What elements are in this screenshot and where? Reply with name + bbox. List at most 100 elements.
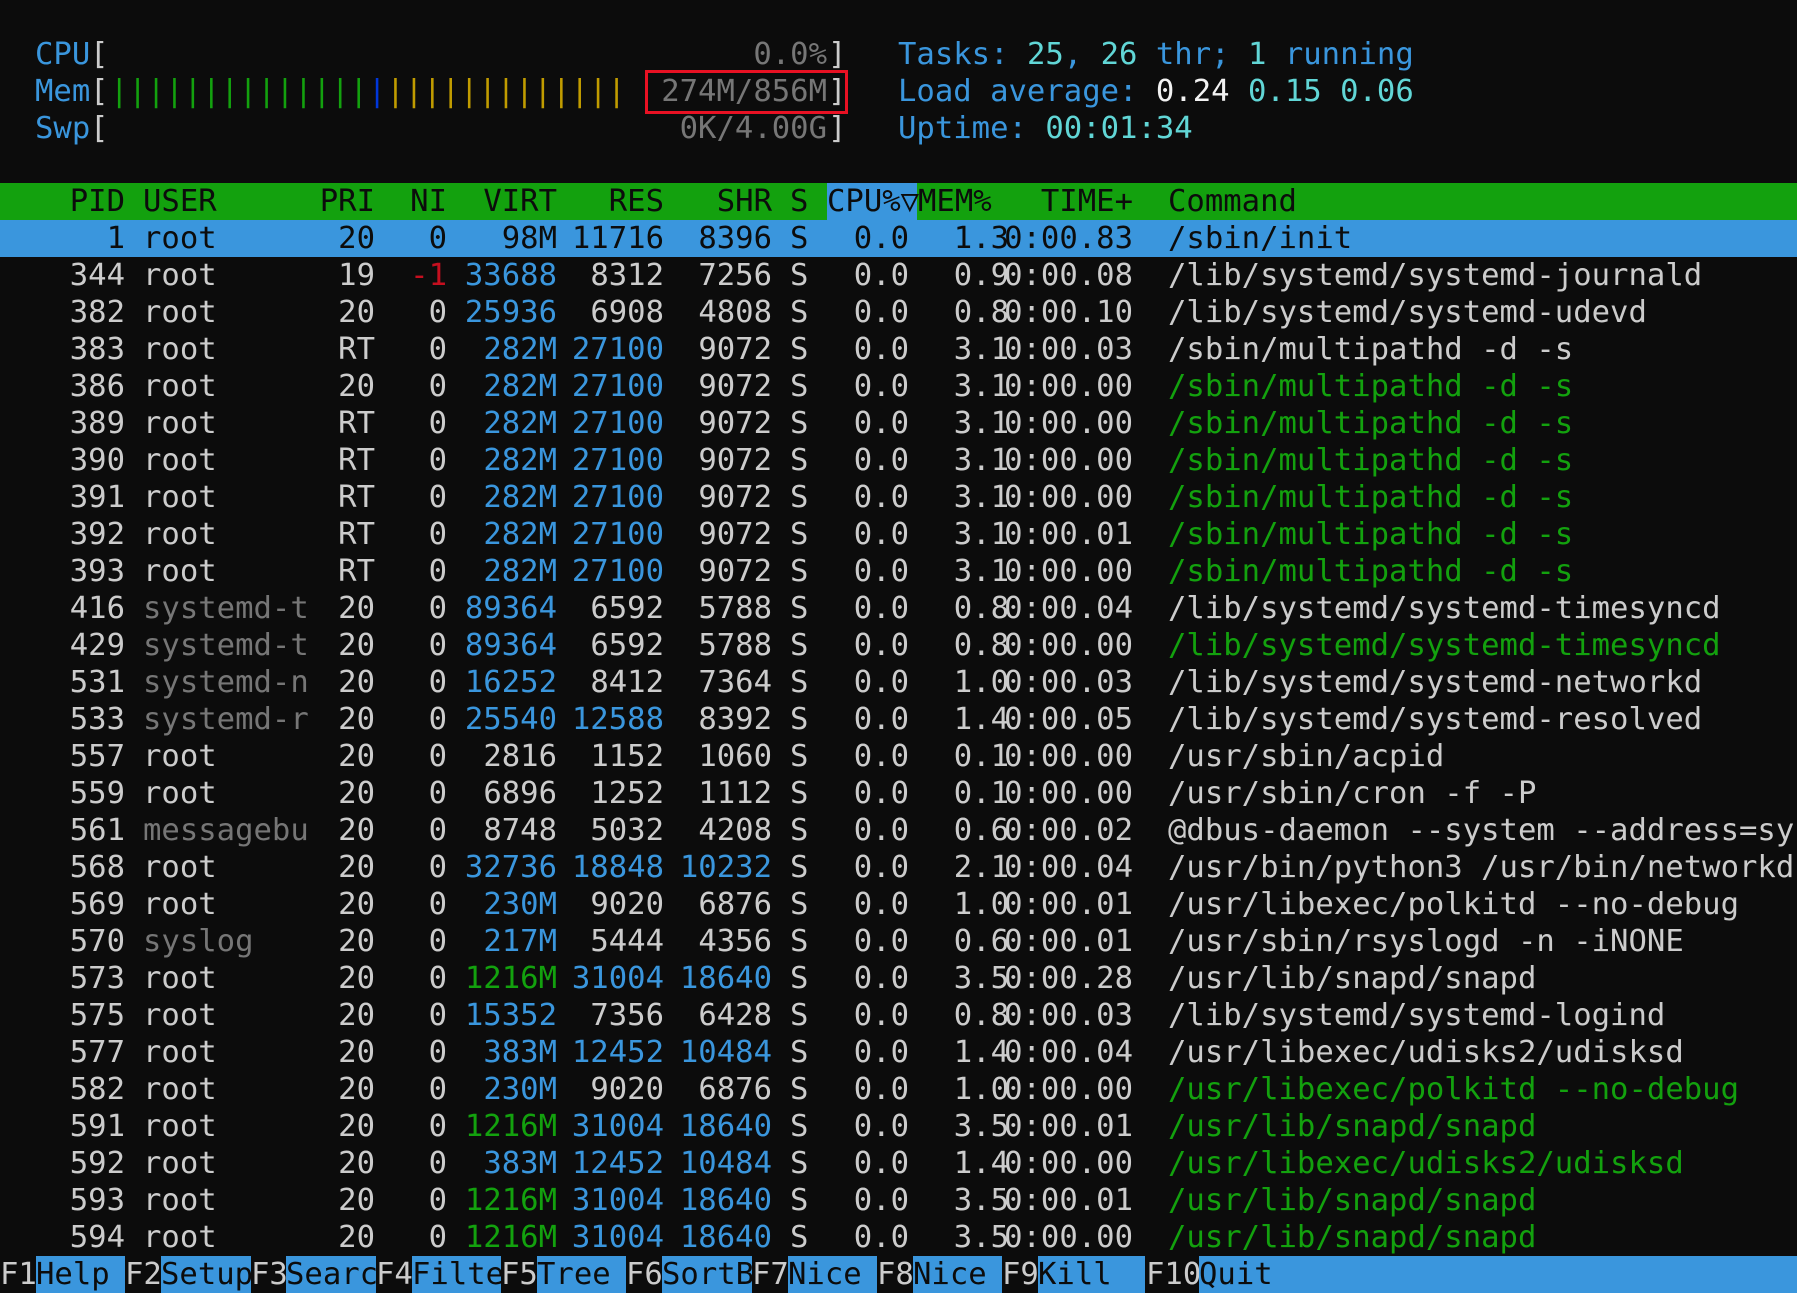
mem-value-highlight-box — [645, 70, 848, 114]
process-row[interactable]: 568 root 20 0 32736 18848 10232 S 0.0 2.1 0:00.04 /… — [0, 849, 1797, 886]
process-row[interactable]: 389 root RT 0 282M 27100 9072 S 0.0 3.1 0:00.00/sb… — [0, 405, 1797, 442]
process-time: 0:00.05 — [1004, 702, 1133, 737]
column-cpu-header[interactable]: CPU%▽ — [827, 183, 919, 220]
column-command-header[interactable]: Command — [1168, 183, 1297, 220]
process-virt: 1216M — [464, 1183, 557, 1218]
process-nice: 0 — [428, 332, 447, 367]
process-cpu-percent: 0.0 — [853, 850, 909, 885]
process-row[interactable]: 533 systemd-r 20 0 25540 12588 8392 S 0.0 1.4 0:00… — [0, 701, 1797, 738]
process-nice: 0 — [428, 739, 447, 774]
process-shr: 4356 — [698, 924, 772, 959]
fkey-f4[interactable]: F4 — [376, 1256, 413, 1293]
fkey-f6[interactable]: F6 — [626, 1256, 663, 1293]
process-row[interactable]: 570 syslog 20 0 217M 5444 4356 S 0.0 0.6 0:00.01/u… — [0, 923, 1797, 960]
fkey-f9-label[interactable]: Kill — [1038, 1256, 1145, 1293]
process-row[interactable]: 1 root 20 0 98M 11716 8396 S 0.0 1.3 0:00.83/sbin/… — [0, 220, 1797, 257]
process-priority: RT — [338, 480, 375, 515]
process-virt: 230M — [483, 887, 557, 922]
process-nice: 0 — [428, 628, 447, 663]
process-mem-percent: 0.8 — [953, 591, 1009, 626]
swap-meter-close-bracket: ] — [828, 111, 847, 146]
process-command: /usr/libexec/polkitd --no-debug — [1168, 887, 1739, 922]
process-state: S — [790, 369, 809, 404]
process-row[interactable]: 383 root RT 0 282M 27100 9072 S 0.0 3.1 0:00.03/sb… — [0, 331, 1797, 368]
column-pid-header[interactable]: PID — [70, 183, 125, 220]
process-shr: 4208 — [698, 813, 772, 848]
column-time-header[interactable]: TIME+ — [1041, 183, 1133, 220]
process-row[interactable]: 577 root 20 0 383M 12452 10484 S 0.0 1.4 0:00.04/u… — [0, 1034, 1797, 1071]
fkey-f8[interactable]: F8 — [877, 1256, 914, 1293]
process-row[interactable]: 393 root RT 0 282M 27100 9072 S 0.0 3.1 0:00.00/sb… — [0, 553, 1797, 590]
process-row[interactable]: 391 root RT 0 282M 27100 9072 S 0.0 3.1 0:00.00/sb… — [0, 479, 1797, 516]
fkey-f9[interactable]: F9 — [1002, 1256, 1039, 1293]
column-pri-header[interactable]: PRI — [320, 183, 375, 220]
process-res: 18848 — [571, 850, 664, 885]
process-row[interactable]: 390 root RT 0 282M 27100 9072 S 0.0 3.1 0:00.00/sb… — [0, 442, 1797, 479]
fkey-f10-label[interactable]: Quit — [1199, 1256, 1797, 1293]
process-pid: 577 — [69, 1035, 125, 1070]
process-user: root — [143, 739, 217, 774]
process-virt: 282M — [483, 332, 557, 367]
column-res-header[interactable]: RES — [609, 183, 664, 220]
fkey-f10[interactable]: F10 — [1146, 1256, 1202, 1293]
column-virt-header[interactable]: VIRT — [483, 183, 557, 220]
process-row[interactable]: 382 root 20 0 25936 6908 4808 S 0.0 0.8 0:00.10/li… — [0, 294, 1797, 331]
process-priority: 20 — [338, 1035, 375, 1070]
process-virt: 282M — [483, 369, 557, 404]
process-row[interactable]: 582 root 20 0 230M 9020 6876 S 0.0 1.0 0:00.00/usr… — [0, 1071, 1797, 1108]
process-res: 1252 — [590, 776, 664, 811]
process-state: S — [790, 1220, 809, 1255]
column-ni-header[interactable]: NI — [410, 183, 447, 220]
process-row[interactable]: 593 root 20 0 1216M 31004 18640 S 0.0 3.5 0:00.01 /… — [0, 1182, 1797, 1219]
process-row[interactable]: 386 root 20 0 282M 27100 9072 S 0.0 3.1 0:00.00/sb… — [0, 368, 1797, 405]
column-mem-header[interactable]: MEM% — [918, 183, 992, 220]
process-state: S — [790, 961, 809, 996]
process-row[interactable]: 557 root 20 0 2816 1152 1060 S 0.0 0.1 0:00.00/usr… — [0, 738, 1797, 775]
column-user-header[interactable]: USER — [143, 183, 217, 220]
process-row[interactable]: 392 root RT 0 282M 27100 9072 S 0.0 3.1 0:00.01/sb… — [0, 516, 1797, 553]
column-state-header[interactable]: S — [790, 183, 808, 220]
process-row[interactable]: 561 messagebu 20 0 8748 5032 4208 S 0.0 0.6 0:00.0… — [0, 812, 1797, 849]
process-mem-percent: 1.4 — [953, 1035, 1009, 1070]
process-virt: 282M — [483, 406, 557, 441]
process-priority: 20 — [338, 591, 375, 626]
column-shr-header[interactable]: SHR — [717, 183, 772, 220]
process-row[interactable]: 575 root 20 0 15352 7356 6428 S 0.0 0.8 0:00.03/li… — [0, 997, 1797, 1034]
process-res: 8312 — [590, 258, 664, 293]
process-row[interactable]: 591 root 20 0 1216M 31004 18640 S 0.0 3.5 0:00.01 /… — [0, 1108, 1797, 1145]
process-row[interactable]: 559 root 20 0 6896 1252 1112 S 0.0 0.1 0:00.00/usr… — [0, 775, 1797, 812]
process-shr: 9072 — [698, 517, 772, 552]
process-user: systemd-r — [143, 702, 309, 737]
process-pid: 389 — [69, 406, 125, 441]
cpu-meter-label: CPU — [35, 37, 91, 72]
process-priority: RT — [338, 406, 375, 441]
process-time: 0:00.03 — [1004, 332, 1133, 367]
process-user: root — [143, 480, 217, 515]
fkey-f5[interactable]: F5 — [501, 1256, 538, 1293]
fkey-f3[interactable]: F3 — [251, 1256, 288, 1293]
process-pid: 392 — [69, 517, 125, 552]
process-row[interactable]: 573 root 20 0 1216M 31004 18640 S 0.0 3.5 0:00.28 /… — [0, 960, 1797, 997]
fkey-f2[interactable]: F2 — [125, 1256, 162, 1293]
process-row[interactable]: 429 systemd-t 20 0 89364 6592 5788 S 0.0 0.8 0:00.… — [0, 627, 1797, 664]
process-user: root — [143, 258, 217, 293]
process-priority: 20 — [338, 628, 375, 663]
process-row[interactable]: 569 root 20 0 230M 9020 6876 S 0.0 1.0 0:00.01/usr… — [0, 886, 1797, 923]
fkey-f7[interactable]: F7 — [752, 1256, 789, 1293]
fkey-f1[interactable]: F1 — [0, 1256, 37, 1293]
process-shr: 1060 — [698, 739, 772, 774]
process-row[interactable]: 344 root 19 -1 33688 8312 7256 S 0.0 0.9 0:00.08/l… — [0, 257, 1797, 294]
process-row[interactable]: 416 systemd-t 20 0 89364 6592 5788 S 0.0 0.8 0:00.… — [0, 590, 1797, 627]
process-time: 0:00.02 — [1004, 813, 1133, 848]
process-pid: 416 — [69, 591, 125, 626]
process-command: /lib/systemd/systemd-networkd — [1168, 665, 1703, 700]
process-row[interactable]: 594 root 20 0 1216M 31004 18640 S 0.0 3.5 0:00.00 /… — [0, 1219, 1797, 1256]
process-mem-percent: 3.5 — [953, 961, 1009, 996]
process-cpu-percent: 0.0 — [853, 1220, 909, 1255]
process-command: /lib/systemd/systemd-timesyncd — [1168, 628, 1721, 663]
process-user: systemd-t — [143, 628, 309, 663]
process-row[interactable]: 531 systemd-n 20 0 16252 8412 7364 S 0.0 1.0 0:00.… — [0, 664, 1797, 701]
load-average-5min: 0.15 — [1247, 74, 1322, 109]
process-command: /sbin/multipathd -d -s — [1168, 332, 1574, 367]
process-row[interactable]: 592 root 20 0 383M 12452 10484 S 0.0 1.4 0:00.00/u… — [0, 1145, 1797, 1182]
